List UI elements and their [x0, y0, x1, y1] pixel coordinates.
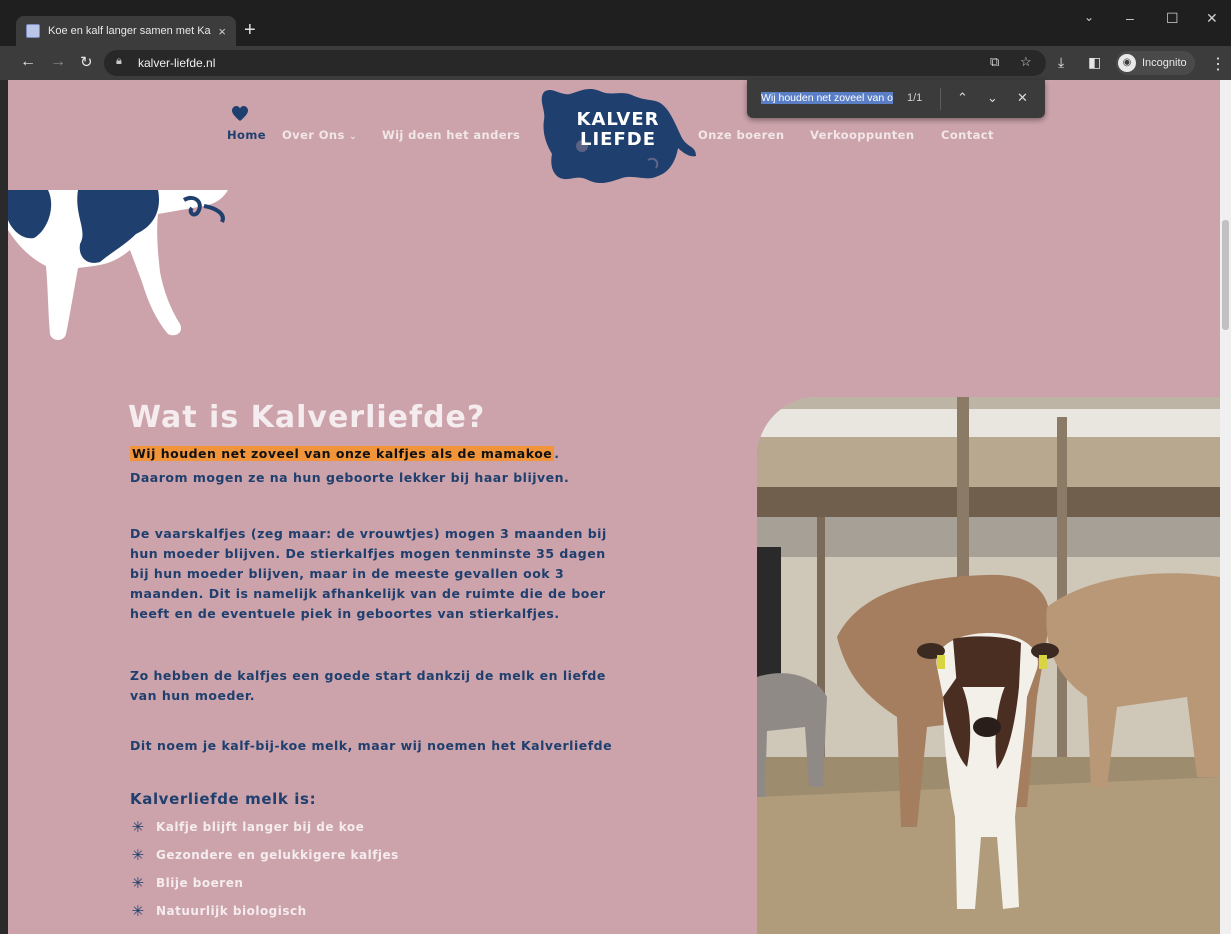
logo-line-2: LIEFDE: [580, 129, 656, 150]
paragraph-3-line: van hun moeder.: [130, 688, 256, 703]
nav-contact[interactable]: Contact: [941, 128, 994, 142]
list-title: Kalverliefde melk is:: [130, 790, 317, 808]
paragraph-2-line: maanden. Dit is namelijk afhankelijk van…: [130, 586, 606, 601]
forward-icon[interactable]: →: [50, 53, 66, 71]
nav-wij-doen-het-anders[interactable]: Wij doen het anders: [382, 128, 520, 142]
list-item: ✳ Kalfje blijft langer bij de koe: [130, 818, 364, 836]
page-scrollbar[interactable]: [1220, 80, 1231, 934]
nav-over-ons[interactable]: Over Ons ⌄: [282, 128, 357, 142]
window-left-edge: [0, 80, 8, 934]
find-next-icon[interactable]: ⌄: [987, 90, 998, 106]
heart-icon: [232, 106, 248, 121]
side-panel-icon[interactable]: ◧: [1088, 54, 1101, 71]
page-heading: Wat is Kalverliefde?: [128, 400, 486, 435]
nav-onze-boeren[interactable]: Onze boeren: [698, 128, 784, 142]
find-separator: [940, 88, 941, 110]
paragraph-2-line: heeft en de eventuele piek in geboortes …: [130, 606, 560, 621]
list-item-label: Natuurlijk biologisch: [156, 904, 307, 918]
list-item-label: Blije boeren: [156, 876, 244, 890]
incognito-label: Incognito: [1142, 57, 1187, 69]
find-query: Wij houden net zoveel van o: [761, 92, 893, 104]
lock-icon[interactable]: 🔒︎: [116, 55, 122, 68]
paragraph-2-line: hun moeder blijven. De stierkalfjes moge…: [130, 546, 606, 561]
paragraph-4: Dit noem je kalf-bij-koe melk, maar wij …: [130, 738, 613, 753]
asterisk-icon: ✳: [131, 902, 145, 920]
asterisk-icon: ✳: [131, 846, 145, 864]
find-in-page-bar: Wij houden net zoveel van o 1/1 ⌃ ⌄ ✕: [747, 80, 1045, 118]
logo-line-1: KALVER: [576, 109, 660, 130]
browser-menu-icon[interactable]: ⋮: [1210, 54, 1226, 74]
logo-text[interactable]: KALVER LIEFDE: [568, 110, 668, 150]
scrollbar-thumb[interactable]: [1222, 220, 1229, 330]
new-tab-button[interactable]: +: [244, 18, 256, 42]
list-item-label: Gezondere en gelukkigere kalfjes: [156, 848, 399, 862]
asterisk-icon: ✳: [131, 874, 145, 892]
paragraph-3-line: Zo hebben de kalfjes een goede start dan…: [130, 668, 606, 683]
find-highlight: Wij houden net zoveel van onze kalfjes a…: [130, 446, 555, 461]
tab-title: Koe en kalf langer samen met Ka: [48, 25, 211, 37]
maximize-icon[interactable]: ☐: [1166, 10, 1179, 27]
browser-tab-strip: Koe en kalf langer samen met Ka × + ⌄ – …: [0, 0, 1231, 46]
intro-line-2: Daarom mogen ze na hun geboorte lekker b…: [130, 470, 570, 485]
bookmark-star-icon[interactable]: ☆: [1020, 54, 1032, 70]
incognito-badge[interactable]: ◉ Incognito: [1116, 51, 1195, 75]
paragraph-2-line: De vaarskalfjes (zeg maar: de vrouwtjes)…: [130, 526, 607, 541]
url-text[interactable]: kalver-liefde.nl: [138, 56, 215, 70]
find-input[interactable]: Wij houden net zoveel van o: [761, 92, 899, 104]
asterisk-icon: ✳: [131, 818, 145, 836]
find-count: 1/1: [907, 92, 923, 104]
list-item: ✳ Blije boeren: [130, 874, 243, 892]
reload-icon[interactable]: ↻: [80, 53, 93, 71]
cow-illustration: [8, 190, 228, 340]
web-page: Home Over Ons ⌄ Wij doen het anders KALV…: [8, 80, 1220, 934]
find-previous-icon[interactable]: ⌃: [957, 90, 968, 106]
incognito-icon: ◉: [1118, 54, 1136, 72]
paragraph-2-line: bij hun moeder blijven, maar in de meest…: [130, 566, 565, 581]
browser-toolbar: ← → ↻ 🔒︎ kalver-liefde.nl ⧉ ☆ ⤓ ◧ ◉ Inco…: [0, 46, 1231, 80]
address-bar[interactable]: 🔒︎ kalver-liefde.nl ⧉ ☆: [104, 50, 1046, 76]
tab-search-icon[interactable]: ⌄: [1084, 10, 1094, 24]
nav-home[interactable]: Home: [227, 128, 266, 142]
download-icon[interactable]: ⤓: [1058, 54, 1064, 71]
close-tab-icon[interactable]: ×: [218, 24, 226, 39]
window-close-icon[interactable]: ✕: [1206, 10, 1218, 27]
calf-photo: [757, 397, 1220, 934]
minimize-icon[interactable]: –: [1126, 10, 1134, 26]
site-favicon-icon: [26, 24, 40, 38]
find-close-icon[interactable]: ✕: [1017, 90, 1028, 106]
list-item-label: Kalfje blijft langer bij de koe: [156, 820, 365, 834]
chevron-down-icon: ⌄: [349, 132, 358, 142]
list-item: ✳ Gezondere en gelukkigere kalfjes: [130, 846, 399, 864]
back-icon[interactable]: ←: [20, 53, 36, 71]
intro-line-1-end: .: [554, 446, 560, 461]
nav-over-ons-label: Over Ons: [282, 128, 345, 142]
intro-line-1: Wij houden net zoveel van onze kalfjes a…: [130, 444, 560, 464]
lens-icon[interactable]: ⧉: [990, 54, 999, 70]
browser-tab[interactable]: Koe en kalf langer samen met Ka ×: [16, 16, 236, 46]
list-item: ✳ Natuurlijk biologisch: [130, 902, 307, 920]
nav-verkooppunten[interactable]: Verkooppunten: [810, 128, 914, 142]
